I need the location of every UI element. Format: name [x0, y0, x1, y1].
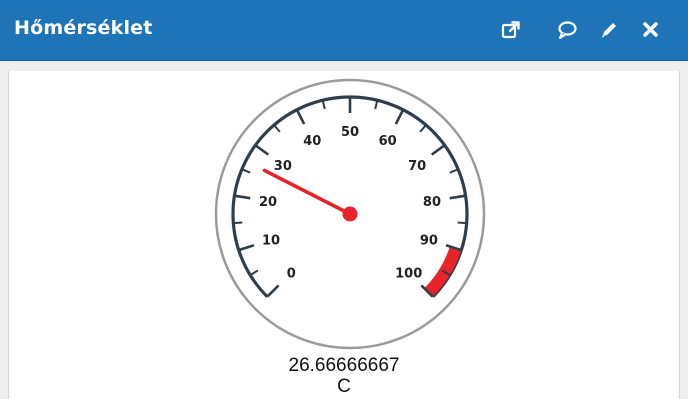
gauge-tick-label: 30 [274, 159, 292, 174]
gauge-tick-label: 50 [341, 125, 359, 140]
gauge-tick-label: 40 [303, 134, 321, 149]
gauge-tick-label: 70 [408, 159, 426, 174]
temperature-widget: Hőmérséklet 0 10 20 30 40 50 60 70 80 90… [0, 0, 688, 399]
gauge-needle-pivot [342, 206, 358, 222]
gauge-tick-label: 0 [287, 267, 296, 282]
gauge-tick-label: 60 [379, 134, 397, 149]
gauge-tick-label: 90 [420, 234, 438, 249]
gauge-value: 26.66666667 [288, 355, 400, 376]
gauge-tick-label: 10 [262, 234, 280, 249]
temperature-gauge: 0 10 20 30 40 50 60 70 80 90 100 [214, 78, 486, 350]
gauge-minor-tick [233, 221, 243, 225]
gauge-tick-label: 20 [259, 195, 277, 210]
gauge-tick-label: 100 [395, 267, 422, 282]
gauge-minor-tick [457, 221, 467, 225]
gauge-unit: C [337, 376, 351, 397]
gauge-tick-label: 80 [423, 195, 441, 210]
